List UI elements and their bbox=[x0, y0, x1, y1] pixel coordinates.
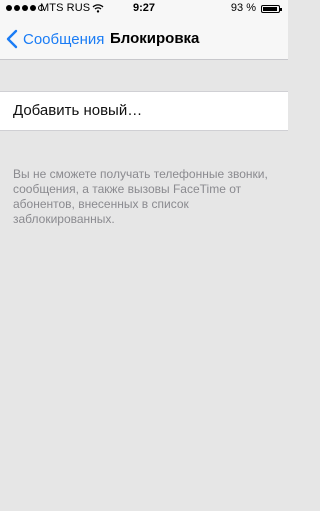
back-button-label: Сообщения bbox=[23, 30, 105, 48]
chevron-left-icon bbox=[6, 29, 18, 49]
add-new-label: Добавить новый… bbox=[13, 102, 143, 119]
battery-icon bbox=[261, 5, 282, 13]
back-button[interactable]: Сообщения bbox=[6, 27, 104, 51]
add-new-button[interactable]: Добавить новый… bbox=[0, 91, 288, 131]
navigation-bar: Сообщения Блокировка bbox=[0, 18, 288, 60]
blocked-contacts-note: Вы не сможете получать телефонные звонки… bbox=[13, 167, 268, 226]
status-bar: MTS RUS 9:27 93 % bbox=[0, 0, 288, 18]
battery-percent: 93 % bbox=[230, 2, 256, 14]
page-title: Блокировка bbox=[110, 30, 200, 47]
battery-fill bbox=[263, 7, 277, 11]
